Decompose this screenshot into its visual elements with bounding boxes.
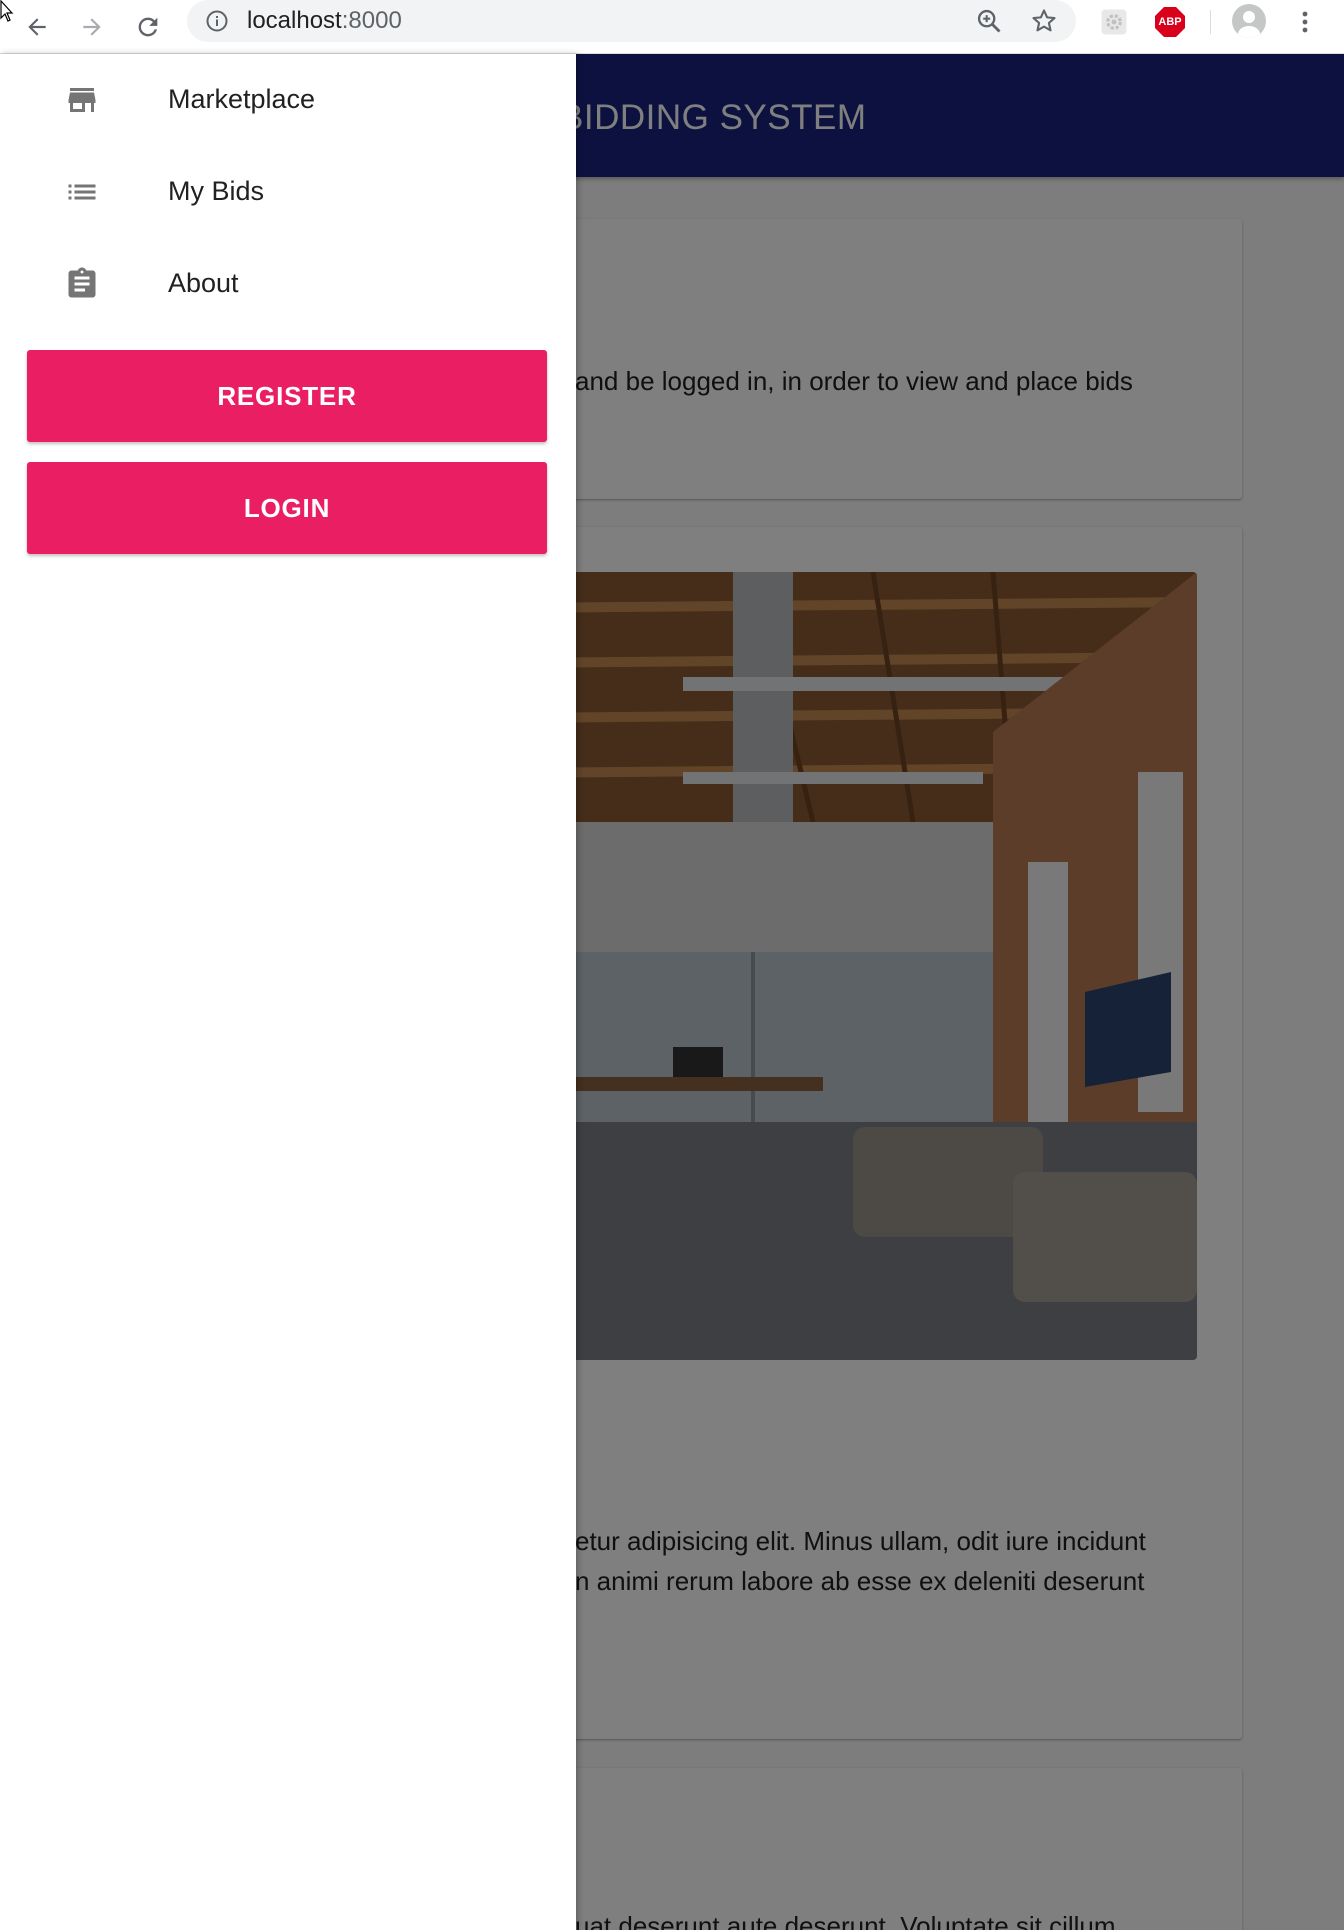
person-icon — [1238, 11, 1260, 38]
url-port: :8000 — [341, 7, 402, 34]
adblock-plus-icon[interactable]: ABP — [1154, 6, 1186, 38]
nav-label-my-bids: My Bids — [168, 176, 265, 206]
browser-toolbar: localhost:8000 ABP — [0, 0, 1344, 54]
browser-menu-button[interactable] — [1290, 4, 1320, 40]
info-icon[interactable] — [205, 9, 229, 33]
arrow-left-icon — [28, 18, 46, 36]
nav-label-marketplace: Marketplace — [168, 84, 316, 114]
gear-extension-icon[interactable] — [1098, 6, 1130, 38]
reload-button[interactable] — [125, 4, 171, 50]
forward-button[interactable] — [69, 4, 115, 50]
register-button[interactable]: REGISTER — [27, 350, 547, 442]
back-button[interactable] — [14, 4, 60, 50]
bookmark-star-icon[interactable] — [1030, 7, 1058, 35]
clipboard-icon — [68, 267, 96, 298]
nav-item-about[interactable]: About — [0, 238, 576, 330]
zoom-icon[interactable] — [975, 7, 1003, 35]
address-bar[interactable]: localhost:8000 — [187, 0, 1076, 42]
navigation-drawer: Marketplace My Bids About REGISTER LOGIN — [0, 54, 576, 1930]
nav-item-marketplace[interactable]: Marketplace — [0, 54, 576, 146]
reload-icon — [138, 17, 158, 37]
abp-badge: ABP — [1155, 7, 1185, 37]
profile-avatar[interactable] — [1232, 4, 1266, 38]
url-text: localhost:8000 — [247, 9, 402, 33]
login-button[interactable]: LOGIN — [27, 462, 547, 554]
store-icon — [68, 88, 96, 112]
list-icon — [68, 184, 96, 200]
url-host: localhost — [247, 7, 342, 34]
arrow-right-icon — [83, 18, 101, 36]
nav-item-my-bids[interactable]: My Bids — [0, 146, 576, 238]
more-vert-icon — [1302, 11, 1308, 33]
nav-label-about: About — [168, 268, 239, 298]
toolbar-divider — [1210, 10, 1211, 34]
